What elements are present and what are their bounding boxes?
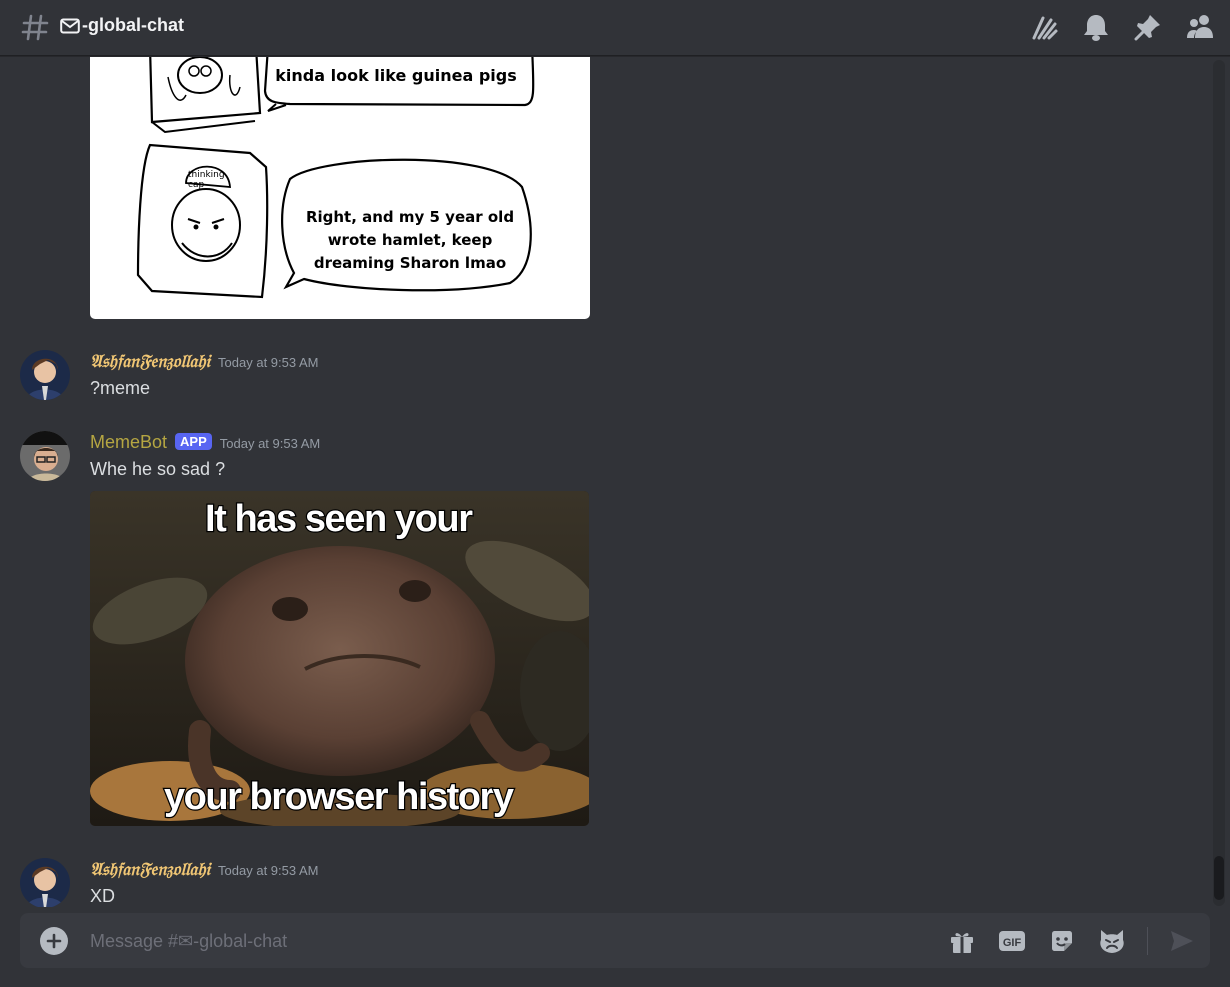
message: 𝔄𝔰𝔥𝔣𝔞𝔫𝔉𝔢𝔫𝔷𝔬𝔩𝔩𝔞𝔥𝔦 Today at 9:53 AM XD xyxy=(0,855,1200,907)
message-composer: GIF xyxy=(20,913,1210,968)
channel-name: -global-chat xyxy=(82,15,184,35)
threads-icon[interactable] xyxy=(1028,10,1060,44)
message-author[interactable]: 𝔄𝔰𝔥𝔣𝔞𝔫𝔉𝔢𝔫𝔷𝔬𝔩𝔩𝔞𝔥𝔦 xyxy=(90,351,210,372)
thinking-cap-label: thinking xyxy=(188,170,225,180)
comic-panel1-text: kinda look like guinea pigs xyxy=(275,66,516,85)
message-timestamp: Today at 9:53 AM xyxy=(219,436,321,451)
gift-icon[interactable] xyxy=(946,925,978,957)
gif-icon[interactable]: GIF xyxy=(996,925,1028,957)
bell-icon[interactable] xyxy=(1080,10,1112,44)
sticker-icon[interactable] xyxy=(1046,925,1078,957)
message-text: ?meme xyxy=(90,378,151,398)
gif-label: GIF xyxy=(1003,937,1022,949)
scrollbar-thumb[interactable] xyxy=(1214,856,1224,900)
send-icon[interactable] xyxy=(1166,925,1198,957)
message-timestamp: Today at 9:53 AM xyxy=(218,355,319,370)
app-badge: APP xyxy=(175,433,212,450)
hash-icon xyxy=(21,14,49,41)
meme-top-caption: It has seen your xyxy=(205,498,473,540)
comic-image[interactable]: kinda look like guinea pigs thinking cap… xyxy=(90,57,590,319)
scrollbar-track[interactable] xyxy=(1213,60,1225,906)
add-attachment-button[interactable] xyxy=(40,927,68,955)
comic-drawing: kinda look like guinea pigs thinking cap… xyxy=(136,57,535,299)
envelope-icon xyxy=(60,18,80,33)
members-icon[interactable] xyxy=(1184,10,1216,44)
message-author[interactable]: 𝔄𝔰𝔥𝔣𝔞𝔫𝔉𝔢𝔫𝔷𝔬𝔩𝔩𝔞𝔥𝔦 xyxy=(90,859,210,880)
meme-bottom-caption: your browser history xyxy=(164,776,514,818)
message-list[interactable]: kinda look like guinea pigs thinking cap… xyxy=(0,57,1212,907)
message-text: XD xyxy=(90,886,116,906)
channel-header: -global-chat xyxy=(0,0,1230,56)
message: MemeBot APP Today at 9:53 AM Whe he so s… xyxy=(0,428,1200,838)
message-text: Whe he so sad ? xyxy=(90,459,226,479)
avatar[interactable] xyxy=(20,431,70,481)
avatar[interactable] xyxy=(20,858,70,907)
composer-divider xyxy=(1147,927,1148,955)
plus-icon xyxy=(46,933,62,949)
message-input[interactable] xyxy=(90,927,930,955)
avatar[interactable] xyxy=(20,350,70,400)
message-timestamp: Today at 9:53 AM xyxy=(218,863,319,878)
message: 𝔄𝔰𝔥𝔣𝔞𝔫𝔉𝔢𝔫𝔷𝔬𝔩𝔩𝔞𝔥𝔦 Today at 9:53 AM ?meme xyxy=(0,347,1200,407)
message-author[interactable]: MemeBot xyxy=(90,432,167,453)
comic-panel2-line1: Right, and my 5 year old xyxy=(306,208,514,226)
comic-panel2-line3: dreaming Sharon lmao xyxy=(314,254,506,272)
pin-icon[interactable] xyxy=(1132,10,1164,44)
channel-title: -global-chat xyxy=(60,15,184,36)
comic-panel2-line2: wrote hamlet, keep xyxy=(328,231,493,249)
emoji-icon[interactable] xyxy=(1096,925,1128,957)
meme-image[interactable]: It has seen your your browser history xyxy=(90,491,589,826)
